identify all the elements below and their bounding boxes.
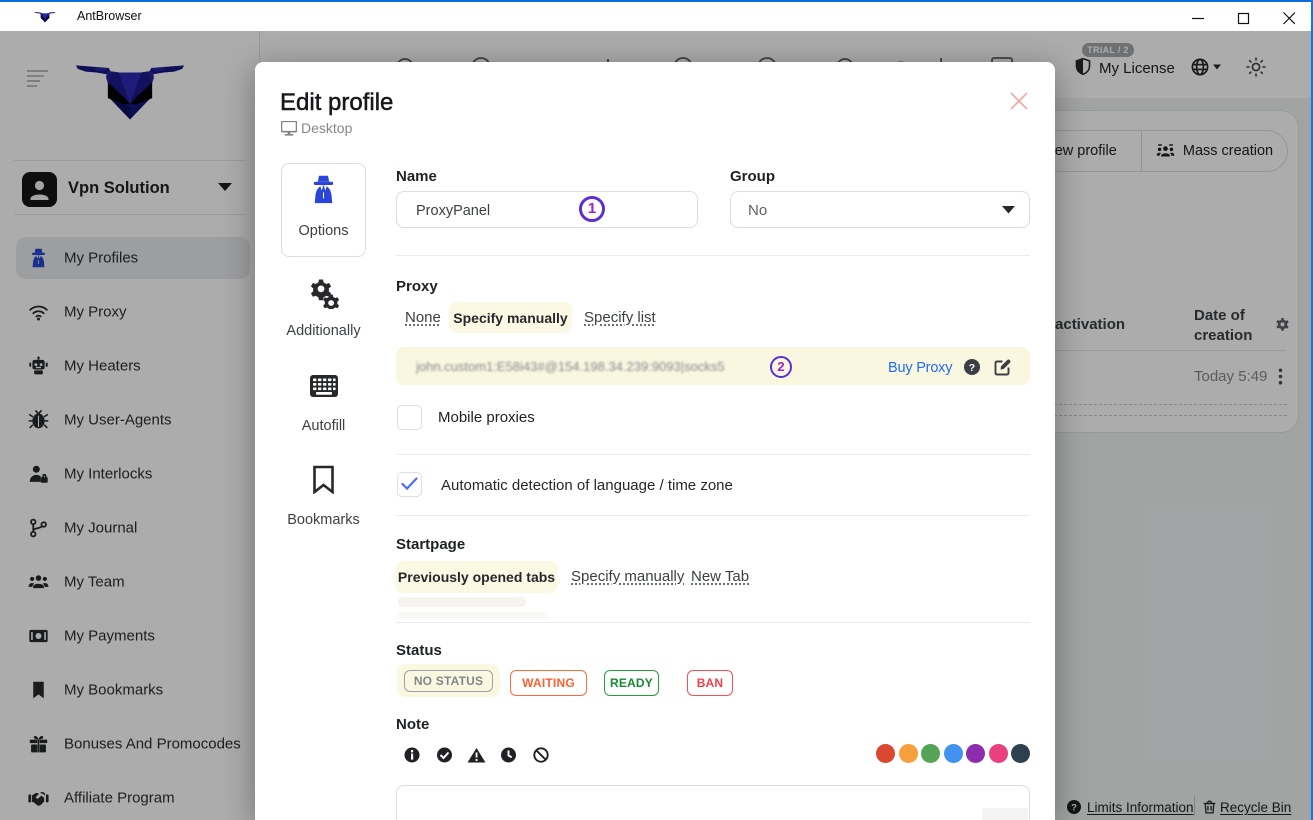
svg-text:?: ?: [969, 362, 975, 374]
